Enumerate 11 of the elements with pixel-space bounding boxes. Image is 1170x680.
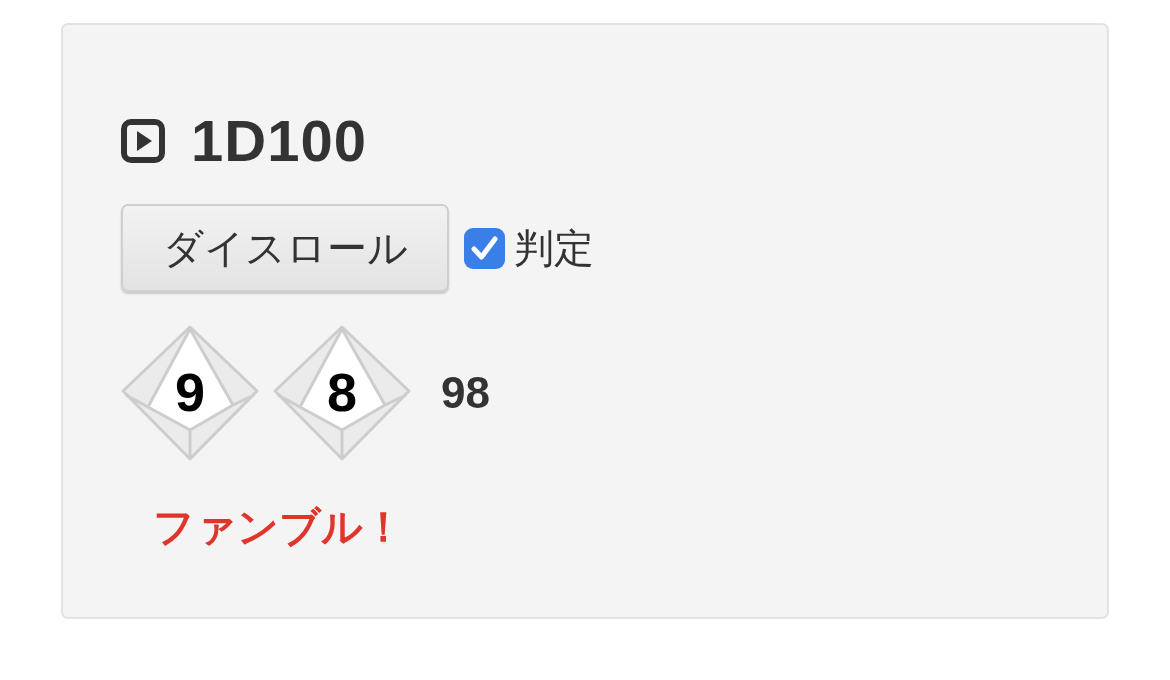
checkbox[interactable] — [464, 227, 505, 269]
checkbox-label[interactable]: 判定 — [514, 224, 594, 272]
ten-sided-die-icon — [121, 325, 259, 461]
die-value: 9 — [173, 361, 206, 423]
die-value: 8 — [325, 361, 358, 423]
roll-result-text: ファンブル！ — [153, 503, 404, 551]
dice-title: 1D100 — [191, 111, 367, 171]
play-icon — [121, 119, 165, 163]
dice-roll-button[interactable]: ダイスロール — [121, 204, 449, 292]
ten-sided-die-icon — [273, 325, 411, 461]
roll-total: 98 — [441, 367, 490, 419]
